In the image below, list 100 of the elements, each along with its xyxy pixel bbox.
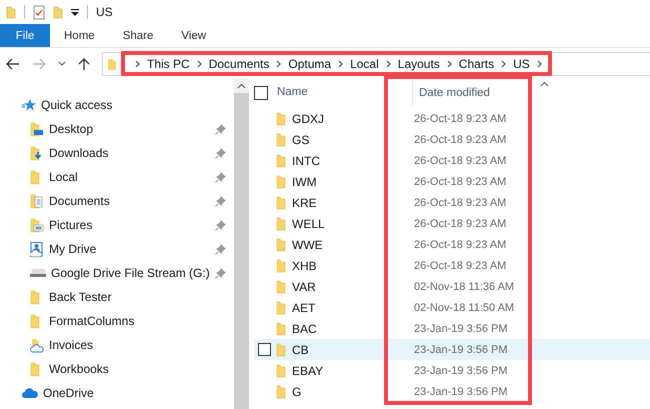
drive-icon bbox=[30, 269, 46, 277]
file-row[interactable]: G 23-Jan-19 3:56 PM bbox=[254, 381, 650, 402]
sidebar-item[interactable]: Desktop bbox=[49, 122, 210, 136]
chevron-right-icon[interactable] bbox=[536, 60, 542, 68]
file-name: VAR bbox=[292, 280, 317, 294]
cloud-icon bbox=[22, 388, 38, 398]
file-name: INTC bbox=[292, 154, 321, 168]
file-row[interactable]: XHB 26-Oct-18 9:23 AM bbox=[254, 255, 650, 276]
file-row[interactable]: GDXJ 26-Oct-18 9:23 AM bbox=[254, 108, 650, 129]
file-row[interactable]: CB 23-Jan-19 3:56 PM bbox=[254, 339, 650, 360]
person-cloud-icon bbox=[30, 242, 44, 256]
address-bar[interactable]: This PC Documents Optuma Local Layouts Charts US bbox=[102, 52, 650, 76]
ribbon-tab[interactable]: View bbox=[167, 24, 220, 47]
date-modified: 26-Oct-18 9:23 AM bbox=[414, 238, 506, 250]
folder-icon bbox=[276, 364, 286, 378]
chevron-right-icon[interactable] bbox=[135, 60, 140, 68]
file-name: WWE bbox=[292, 238, 324, 252]
date-modified: 26-Oct-18 9:23 AM bbox=[414, 154, 506, 166]
sidebar-item[interactable]: Back Tester bbox=[49, 290, 226, 304]
file-name: AET bbox=[292, 300, 316, 314]
file-row[interactable]: WWE 26-Oct-18 9:23 AM bbox=[254, 234, 650, 255]
date-modified: 02-Nov-18 11:50 AM bbox=[414, 302, 514, 314]
pin-icon[interactable] bbox=[214, 268, 226, 278]
breadcrumb-segment[interactable]: Documents bbox=[208, 56, 270, 70]
file-row[interactable]: AET 02-Nov-18 11:50 AM bbox=[254, 297, 650, 318]
folder-icon bbox=[276, 132, 286, 146]
breadcrumb-segment[interactable]: Layouts bbox=[398, 56, 440, 70]
folder-icon bbox=[276, 384, 286, 398]
breadcrumb-segment[interactable]: US bbox=[513, 56, 530, 70]
ribbon-tab[interactable]: Share bbox=[108, 24, 168, 47]
scroll-up-icon[interactable] bbox=[236, 83, 246, 89]
date-modified: 23-Jan-19 3:56 PM bbox=[414, 322, 508, 334]
up-arrow-icon[interactable] bbox=[78, 56, 90, 70]
breadcrumb-segment[interactable]: Local bbox=[350, 56, 379, 70]
date-modified: 23-Jan-19 3:56 PM bbox=[414, 364, 508, 376]
date-modified: 26-Oct-18 9:23 AM bbox=[414, 196, 506, 208]
column-header[interactable]: Name bbox=[277, 79, 413, 106]
date-modified: 26-Oct-18 9:23 AM bbox=[414, 260, 506, 272]
chevron-right-icon[interactable] bbox=[338, 60, 344, 68]
pin-icon[interactable] bbox=[214, 148, 226, 158]
pin-icon[interactable] bbox=[214, 172, 226, 182]
file-row[interactable]: WELL 26-Oct-18 9:23 AM bbox=[254, 213, 650, 234]
file-row[interactable]: BAC 23-Jan-19 3:56 PM bbox=[254, 318, 650, 339]
breadcrumb-segment[interactable]: Optuma bbox=[288, 56, 332, 70]
sidebar-item[interactable]: FormatColumns bbox=[49, 314, 226, 328]
sidebar-item[interactable]: OneDrive bbox=[43, 386, 226, 400]
sort-caret-icon[interactable] bbox=[540, 81, 549, 87]
chevron-right-icon[interactable] bbox=[386, 60, 391, 68]
pin-icon[interactable] bbox=[214, 244, 226, 254]
file-row[interactable]: KRE 26-Oct-18 9:23 AM bbox=[254, 192, 650, 213]
chevron-right-icon[interactable] bbox=[501, 60, 506, 68]
dropdown-icon[interactable] bbox=[71, 7, 79, 17]
pin-icon[interactable] bbox=[214, 220, 226, 230]
file-name: GS bbox=[292, 132, 310, 146]
ribbon-tab[interactable]: Home bbox=[50, 24, 109, 47]
sidebar-item[interactable]: Invoices bbox=[49, 338, 226, 352]
date-modified: 26-Oct-18 9:23 AM bbox=[414, 112, 506, 124]
properties-icon[interactable] bbox=[33, 4, 45, 20]
sidebar-item[interactable]: Quick access bbox=[41, 98, 226, 112]
sidebar-item[interactable]: Downloads bbox=[49, 146, 210, 160]
file-row[interactable]: VAR 02-Nov-18 11:36 AM bbox=[254, 276, 650, 297]
chevron-right-icon[interactable] bbox=[196, 60, 202, 68]
sidebar-item[interactable]: Local bbox=[49, 170, 210, 184]
date-modified: 23-Jan-19 3:56 PM bbox=[414, 386, 508, 398]
file-name: G bbox=[292, 384, 302, 398]
sidebar-item[interactable]: Pictures bbox=[49, 218, 210, 232]
file-name: GDXJ bbox=[292, 112, 326, 126]
folder-icon bbox=[276, 154, 286, 168]
file-row[interactable]: INTC 26-Oct-18 9:23 AM bbox=[254, 150, 650, 171]
file-name: IWM bbox=[292, 174, 318, 188]
folder-icon bbox=[107, 56, 117, 70]
breadcrumb-segment[interactable]: Charts bbox=[458, 56, 494, 70]
column-header[interactable]: Date modified bbox=[413, 86, 490, 98]
folder-icon bbox=[276, 112, 286, 126]
row-checkbox[interactable] bbox=[258, 343, 271, 356]
sidebar-item[interactable]: Google Drive File Stream (G:) bbox=[51, 266, 210, 280]
file-name: XHB bbox=[292, 258, 318, 272]
folder-icon bbox=[276, 216, 286, 230]
pin-icon[interactable] bbox=[214, 124, 226, 134]
date-modified: 23-Jan-19 3:56 PM bbox=[414, 344, 508, 356]
file-row[interactable]: GS 26-Oct-18 9:23 AM bbox=[254, 129, 650, 150]
sidebar-item[interactable]: Workbooks bbox=[49, 362, 226, 376]
chevron-right-icon[interactable] bbox=[276, 60, 282, 68]
window-title: US bbox=[96, 5, 113, 19]
back-arrow-icon[interactable] bbox=[6, 58, 20, 70]
sidebar-item[interactable]: My Drive bbox=[49, 242, 210, 256]
chevron-right-icon[interactable] bbox=[446, 60, 452, 68]
documents-folder-icon bbox=[30, 194, 44, 208]
cloud-folder-icon bbox=[30, 338, 44, 352]
chevron-down-icon[interactable] bbox=[58, 60, 66, 66]
ribbon-tab[interactable]: File bbox=[0, 24, 50, 47]
pin-icon[interactable] bbox=[214, 196, 226, 206]
file-row[interactable]: IWM 26-Oct-18 9:23 AM bbox=[254, 171, 650, 192]
pictures-folder-icon bbox=[30, 218, 44, 232]
file-row[interactable]: EBAY 23-Jan-19 3:56 PM bbox=[254, 360, 650, 381]
file-name: KRE bbox=[292, 196, 318, 210]
select-all-checkbox[interactable] bbox=[254, 86, 268, 100]
file-name: BAC bbox=[292, 322, 318, 336]
breadcrumb-segment[interactable]: This PC bbox=[147, 56, 190, 70]
sidebar-item[interactable]: Documents bbox=[49, 194, 210, 208]
